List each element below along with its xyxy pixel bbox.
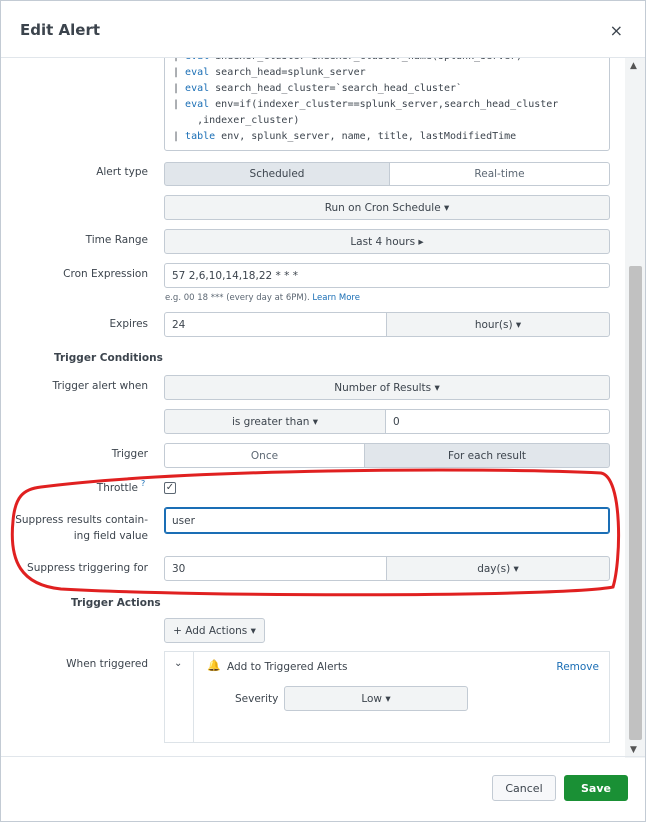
dialog-footer: Cancel Save <box>1 756 645 821</box>
query-line: | eval indexer_cluster=indexer_cluster_n… <box>173 58 601 65</box>
expires-input[interactable]: 24 <box>164 312 387 337</box>
save-button[interactable]: Save <box>564 775 628 801</box>
when-triggered-label: When triggered <box>66 658 148 670</box>
add-actions-button[interactable]: + Add Actions ▾ <box>164 618 265 643</box>
suppress-for-unit-dropdown[interactable]: day(s) ▾ <box>386 556 610 581</box>
query-pipe: | <box>173 99 186 110</box>
dialog-body: | eval indexer_cluster=indexer_cluster_n… <box>1 58 625 758</box>
query-pipe: | <box>173 83 186 94</box>
alert-type-realtime[interactable]: Real-time <box>389 162 610 186</box>
cron-expression-input[interactable]: 57 2,6,10,14,18,22 * * * <box>164 263 610 288</box>
trigger-label: Trigger <box>111 448 148 460</box>
query-line: ,indexer_cluster) <box>173 113 601 129</box>
chevron-down-icon[interactable]: ⌄ <box>174 658 182 669</box>
query-text: ,indexer_cluster) <box>173 115 300 126</box>
query-keyword: eval <box>185 58 209 62</box>
query-keyword: eval <box>185 83 210 94</box>
dialog-title: Edit Alert <box>20 21 101 39</box>
time-range-dropdown[interactable]: Last 4 hours ▸ <box>164 229 610 254</box>
cancel-button[interactable]: Cancel <box>492 775 556 801</box>
query-keyword: table <box>185 131 216 142</box>
trigger-when-dropdown[interactable]: Number of Results ▾ <box>164 375 610 400</box>
query-text: search_head=splunk_server <box>209 67 366 78</box>
query-text: indexer_cluster=indexer_cluster_name(spl… <box>209 58 522 62</box>
expires-label: Expires <box>109 318 148 330</box>
time-range-label: Time Range <box>85 234 148 246</box>
query-text: env=if(indexer_cluster==splunk_server,se… <box>209 99 559 110</box>
query-line: | eval search_head_cluster=`search_head_… <box>173 81 601 97</box>
trigger-conditions-heading: Trigger Conditions <box>54 352 163 364</box>
query-text: env, splunk_server, name, title, lastMod… <box>215 131 517 142</box>
dialog-header: Edit Alert × <box>1 1 645 58</box>
suppress-field-label-1: Suppress results contain- <box>15 514 148 526</box>
trigger-for-each-result[interactable]: For each result <box>364 443 610 468</box>
query-pipe: | <box>173 131 186 142</box>
query-pipe: | <box>173 58 185 62</box>
bell-icon: 🔔 <box>207 659 221 672</box>
trigger-when-label: Trigger alert when <box>52 380 149 392</box>
query-keyword: eval <box>185 67 210 78</box>
scrollbar[interactable]: ▲ ▼ <box>625 58 645 758</box>
triggered-action-panel: ⌄ 🔔 Add to Triggered Alerts Remove Sever… <box>164 651 610 743</box>
scroll-down-icon[interactable]: ▼ <box>630 745 637 755</box>
throttle-label: Throttle <box>96 482 138 494</box>
search-query-box[interactable]: | eval indexer_cluster=indexer_cluster_n… <box>164 58 610 151</box>
query-line: | eval search_head=splunk_server <box>173 65 601 81</box>
query-keyword: eval <box>185 99 210 110</box>
query-pipe: | <box>173 67 186 78</box>
throttle-checkbox[interactable]: ✓ <box>164 482 176 494</box>
cron-label: Cron Expression <box>63 268 148 280</box>
threshold-input[interactable]: 0 <box>385 409 610 434</box>
edit-alert-dialog: Edit Alert × | eval indexer_cluster=inde… <box>0 0 646 822</box>
cron-hint-text: e.g. 00 18 *** (every day at 6PM). <box>165 293 310 303</box>
alert-type-scheduled[interactable]: Scheduled <box>164 162 390 186</box>
throttle-help-icon[interactable]: ? <box>141 479 145 488</box>
schedule-dropdown[interactable]: Run on Cron Schedule ▾ <box>164 195 610 220</box>
query-text: search_head_cluster=`search_head_cluster… <box>209 83 463 94</box>
trigger-once[interactable]: Once <box>164 443 365 468</box>
alert-type-label: Alert type <box>96 166 148 178</box>
suppress-for-label: Suppress triggering for <box>27 562 148 574</box>
action-name: Add to Triggered Alerts <box>227 661 348 673</box>
suppress-field-input[interactable]: user <box>164 507 610 534</box>
remove-action-link[interactable]: Remove <box>556 661 599 673</box>
trigger-actions-heading: Trigger Actions <box>71 597 161 609</box>
cron-hint: e.g. 00 18 *** (every day at 6PM). Learn… <box>165 293 360 303</box>
query-line: | eval env=if(indexer_cluster==splunk_se… <box>173 97 601 113</box>
expires-unit-dropdown[interactable]: hour(s) ▾ <box>386 312 610 337</box>
severity-dropdown[interactable]: Low ▾ <box>284 686 468 711</box>
comparator-dropdown[interactable]: is greater than ▾ <box>164 409 386 434</box>
suppress-for-input[interactable]: 30 <box>164 556 387 581</box>
close-icon[interactable]: × <box>610 23 623 39</box>
severity-label: Severity <box>235 693 279 705</box>
scroll-up-icon[interactable]: ▲ <box>630 61 637 71</box>
suppress-field-label-2: ing field value <box>73 530 148 542</box>
learn-more-link[interactable]: Learn More <box>312 293 360 303</box>
action-divider <box>193 652 194 742</box>
query-line: | table env, splunk_server, name, title,… <box>173 129 601 145</box>
scroll-thumb[interactable] <box>629 266 642 740</box>
